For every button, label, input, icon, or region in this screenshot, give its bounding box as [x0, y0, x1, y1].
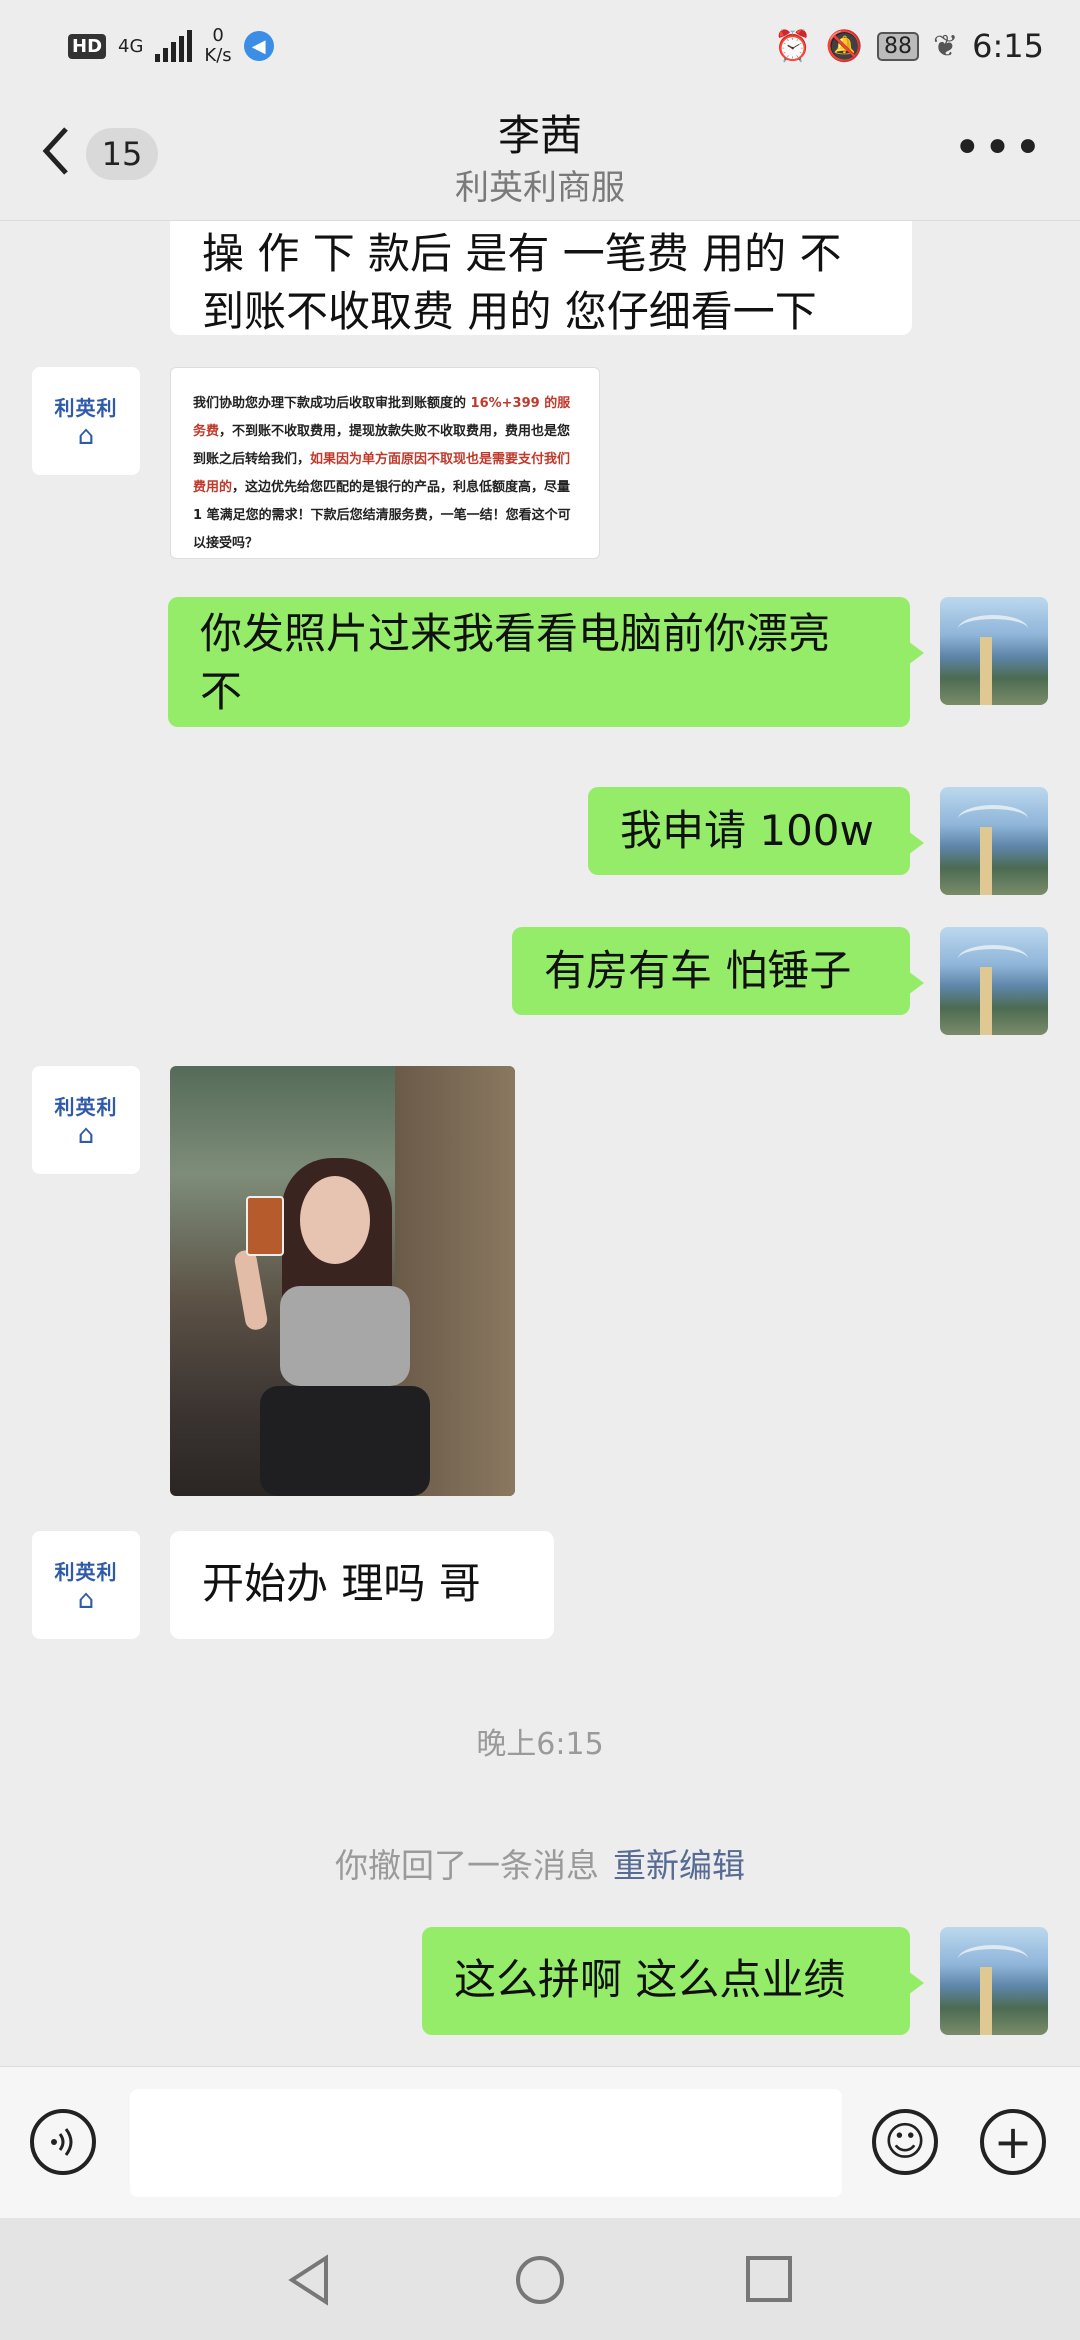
- network-label: 4G: [118, 35, 144, 57]
- chat-header: 15 李茜 利英利商服 •••: [0, 90, 1080, 221]
- avatar-logo-text: 利英利: [54, 395, 118, 420]
- nav-home-icon[interactable]: [514, 2254, 566, 2310]
- photo-shirt: [280, 1286, 410, 1386]
- house-logo-icon: ⌂: [77, 420, 95, 451]
- my-avatar[interactable]: [940, 597, 1048, 705]
- status-left: HD 4G 0 K/s ◀: [68, 18, 274, 74]
- message-text-line: 你发照片过来我看看电脑前你漂亮: [200, 609, 831, 658]
- photo-face: [300, 1176, 370, 1264]
- message-text-line: 不: [200, 667, 243, 716]
- reedit-link[interactable]: 重新编辑: [613, 1846, 745, 1885]
- clock: 6:15: [972, 27, 1044, 65]
- my-avatar[interactable]: [940, 927, 1048, 1035]
- status-right: ⏰ 🔕 88 ❦ 6:15: [774, 18, 1044, 74]
- message-bubble-incoming[interactable]: 开始办 理吗 哥: [170, 1531, 554, 1639]
- my-avatar[interactable]: [940, 1927, 1048, 2035]
- message-bubble-outgoing[interactable]: 你发照片过来我看看电脑前你漂亮 不: [168, 597, 924, 727]
- status-bar: HD 4G 0 K/s ◀ ⏰ 🔕 88 ❦ 6:15: [0, 0, 1080, 90]
- contact-avatar[interactable]: 利英利 ⌂: [32, 1066, 140, 1174]
- photo-pants: [260, 1386, 430, 1496]
- network-speed-value: 0: [212, 25, 224, 46]
- network-speed-unit: K/s: [204, 45, 232, 66]
- my-avatar[interactable]: [940, 787, 1048, 895]
- alarm-icon: ⏰: [774, 28, 812, 64]
- signal-icon: [155, 30, 193, 62]
- message-text: 有房有车 怕锤子: [544, 946, 852, 995]
- nav-back-icon[interactable]: [286, 2254, 332, 2310]
- avatar-logo-text: 利英利: [54, 1094, 118, 1119]
- recall-text: 你撤回了一条消息: [335, 1846, 599, 1885]
- doc-text: 我们协助您办理下款成功后收取审批到账额度的: [193, 396, 471, 411]
- house-logo-icon: ⌂: [77, 1119, 95, 1150]
- mute-bell-icon: 🔕: [825, 28, 863, 64]
- leaf-icon: ❦: [933, 28, 959, 64]
- message-text: 我申请 100w: [620, 806, 874, 855]
- nav-recent-apps-icon[interactable]: [744, 2254, 794, 2308]
- message-text-line: 操 作 下 款后 是有 一笔费 用的 不: [202, 229, 842, 278]
- voice-input-icon[interactable]: [30, 2109, 96, 2175]
- message-text: 开始办 理吗 哥: [202, 1559, 481, 1608]
- message-bubble-incoming[interactable]: 操 作 下 款后 是有 一笔费 用的 不 到账不收取费 用的 您仔细看一下: [170, 221, 912, 336]
- network-speed: 0 K/s: [204, 26, 231, 66]
- doc-text: ，这边优先给您匹配的是银行的产品，利息低额度高，尽量 1 笔满足您的需求！下款后…: [193, 480, 571, 551]
- message-input[interactable]: [130, 2089, 842, 2197]
- app-notification-icon: ◀: [243, 31, 274, 61]
- recall-notice: 你撤回了一条消息 重新编辑: [0, 1839, 1080, 1887]
- battery-indicator: 88: [877, 31, 919, 61]
- input-bar: ☺ +: [0, 2066, 1080, 2219]
- photo-drink: [246, 1196, 284, 1256]
- system-nav-bar: [0, 2218, 1080, 2340]
- contact-name: 李茜: [497, 111, 582, 160]
- message-text: 这么拼啊 这么点业绩: [454, 1955, 846, 2004]
- contact-avatar[interactable]: 利英利 ⌂: [32, 367, 140, 475]
- contact-avatar[interactable]: 利英利 ⌂: [32, 1531, 140, 1639]
- plus-icon[interactable]: +: [980, 2109, 1046, 2175]
- photo-arm: [233, 1248, 269, 1332]
- message-text-line: 到账不收取费 用的 您仔细看一下: [202, 287, 817, 336]
- message-bubble-outgoing[interactable]: 我申请 100w: [588, 787, 924, 875]
- document-image[interactable]: 我们协助您办理下款成功后收取审批到账额度的 16%+399 的服务费，不到账不收…: [170, 367, 600, 559]
- avatar-logo-text: 利英利: [54, 1559, 118, 1584]
- emoji-icon[interactable]: ☺: [872, 2109, 938, 2175]
- photo-image[interactable]: [170, 1066, 515, 1496]
- house-logo-icon: ⌂: [77, 1584, 95, 1615]
- message-timestamp: 晚上6:15: [476, 1727, 604, 1762]
- more-options-icon[interactable]: •••: [953, 120, 1044, 176]
- contact-subtitle: 利英利商服: [455, 168, 625, 208]
- message-list[interactable]: 操 作 下 款后 是有 一笔费 用的 不 到账不收取费 用的 您仔细看一下 利英…: [0, 221, 1080, 2066]
- message-bubble-outgoing[interactable]: 这么拼啊 这么点业绩: [422, 1927, 924, 2035]
- hd-indicator: HD: [68, 33, 107, 59]
- message-bubble-outgoing[interactable]: 有房有车 怕锤子: [512, 927, 924, 1015]
